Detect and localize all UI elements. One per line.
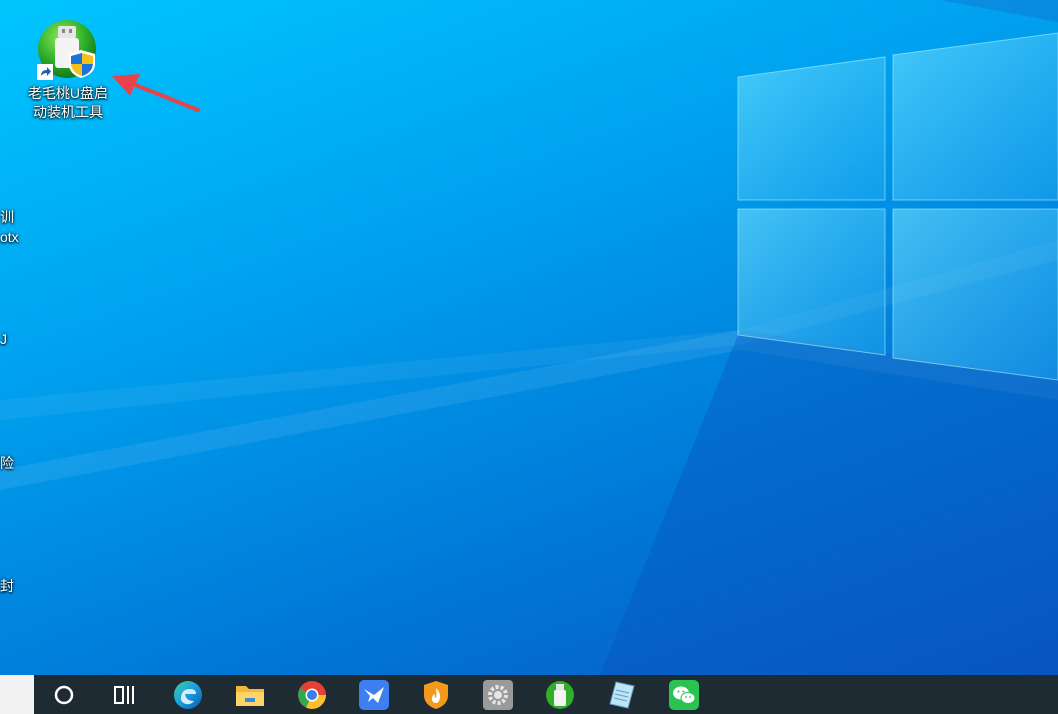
search-button[interactable] <box>38 675 90 714</box>
partial-desktop-label[interactable]: otx <box>0 228 19 247</box>
feishu-button[interactable] <box>348 675 400 714</box>
circle-icon <box>54 685 74 704</box>
chrome-button[interactable] <box>286 675 338 714</box>
usb-icon <box>546 680 574 709</box>
desktop: 老毛桃U盘启 动装机工具 训 otx J 险 封 <box>0 0 1058 675</box>
partial-desktop-label[interactable]: 险 <box>0 454 14 473</box>
desktop-icon-label-line2: 动装机工具 <box>33 104 103 120</box>
shield-flame-icon <box>424 680 448 709</box>
red-arrow-pointer <box>112 74 200 112</box>
wechat-icon <box>669 679 699 710</box>
bird-icon <box>359 679 389 710</box>
desktop-icon-label-line1: 老毛桃U盘启 <box>27 85 109 101</box>
edge-button[interactable] <box>162 675 214 714</box>
partial-desktop-label[interactable]: 训 <box>0 208 14 227</box>
settings-button[interactable] <box>472 675 524 714</box>
wechat-button[interactable] <box>658 675 710 714</box>
edge-icon <box>174 680 202 709</box>
chrome-icon <box>298 680 326 709</box>
shortcut-arrow-icon <box>37 64 53 80</box>
partial-desktop-label[interactable]: 封 <box>0 577 14 596</box>
gear-icon <box>483 679 513 710</box>
start-button[interactable] <box>0 675 34 714</box>
notepad-button[interactable] <box>596 675 648 714</box>
usb-boot-tool-icon <box>37 18 99 80</box>
taskbar <box>0 675 1058 714</box>
usb-tool-button[interactable] <box>534 675 586 714</box>
task-view-icon <box>114 685 134 704</box>
desktop-icon-usb-boot-tool[interactable]: 老毛桃U盘启 动装机工具 <box>18 18 118 122</box>
folder-icon <box>236 685 264 706</box>
file-explorer-button[interactable] <box>224 675 276 714</box>
notepad-icon <box>609 680 635 709</box>
partial-desktop-label[interactable]: J <box>0 330 7 349</box>
task-view-button[interactable] <box>98 675 150 714</box>
security-button[interactable] <box>410 675 462 714</box>
